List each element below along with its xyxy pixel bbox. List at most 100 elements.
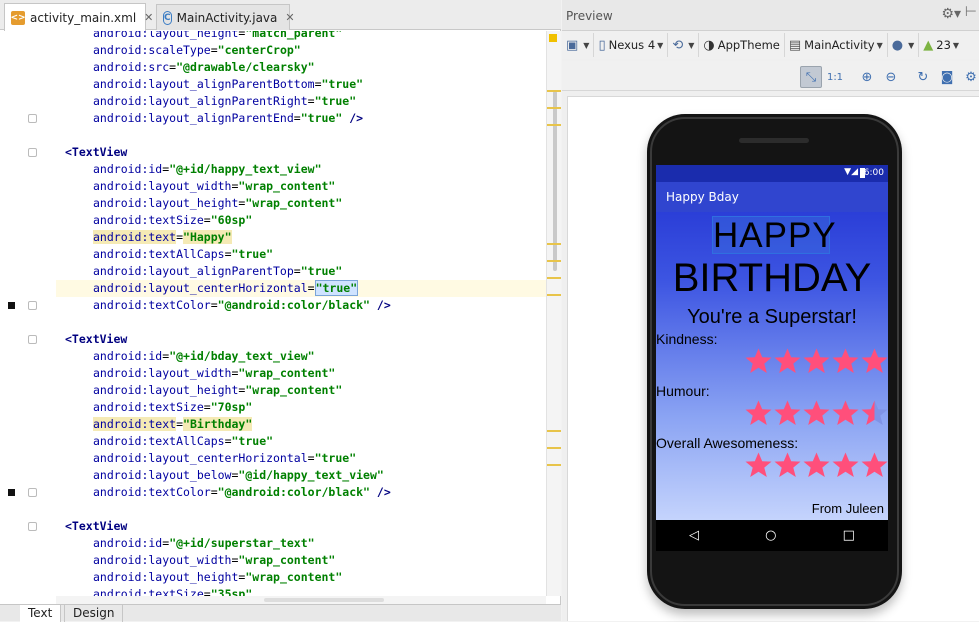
fold-icon[interactable]: [28, 335, 37, 344]
xml-tag: <TextView: [65, 519, 128, 533]
code-line[interactable]: android:layout_height="wrap_content": [93, 382, 342, 399]
warning-marker[interactable]: [547, 294, 561, 296]
star-icon: [773, 451, 802, 479]
color-swatch-icon[interactable]: [8, 489, 15, 496]
code-line[interactable]: android:layout_centerHorizontal="true": [93, 280, 359, 297]
fold-icon[interactable]: [28, 148, 37, 157]
warning-marker[interactable]: [547, 430, 561, 432]
code-line[interactable]: android:layout_alignParentTop="true": [93, 263, 342, 280]
code-line[interactable]: android:layout_centerHorizontal="true": [93, 450, 356, 467]
orientation-selector[interactable]: ⟲ ▼: [668, 33, 700, 57]
fold-icon[interactable]: [28, 488, 37, 497]
code-line[interactable]: android:id="@+id/superstar_text": [93, 535, 315, 552]
code-line[interactable]: android:scaleType="centerCrop": [93, 42, 301, 59]
attribute-name: android:layout_centerHorizontal: [93, 451, 308, 465]
code-line[interactable]: android:textSize="60sp": [93, 212, 252, 229]
fold-icon[interactable]: [28, 301, 37, 310]
tab-design[interactable]: Design: [64, 605, 124, 622]
close-tab-icon[interactable]: ✕: [144, 11, 153, 24]
humour-label[interactable]: Humour:: [656, 383, 710, 399]
awesomeness-rating-bar[interactable]: [744, 451, 888, 479]
warning-marker[interactable]: [547, 107, 561, 109]
warning-marker[interactable]: [547, 243, 561, 245]
kindness-label[interactable]: Kindness:: [656, 331, 717, 347]
recents-icon[interactable]: □: [843, 528, 855, 543]
code-line[interactable]: android:textSize="70sp": [93, 399, 252, 416]
equals-sign: =: [203, 587, 211, 596]
awesomeness-label[interactable]: Overall Awesomeness:: [656, 435, 798, 451]
code-line[interactable]: android:textSize="35sp": [93, 586, 252, 596]
code-line[interactable]: android:textColor="@android:color/black"…: [93, 484, 391, 501]
code-line[interactable]: <TextView: [65, 331, 127, 348]
fold-icon[interactable]: [28, 114, 37, 123]
code-line[interactable]: <TextView: [65, 144, 127, 161]
tab-text[interactable]: Text: [20, 605, 62, 622]
zoom-fit-icon[interactable]: ⤡: [800, 66, 822, 88]
zoom-out-icon[interactable]: ⊖: [880, 66, 902, 88]
code-line[interactable]: android:id="@+id/bday_text_view": [93, 348, 315, 365]
preview-title: Preview: [566, 9, 613, 23]
settings-icon[interactable]: ⚙: [960, 66, 979, 88]
equals-sign: =: [176, 230, 184, 244]
code-line[interactable]: android:layout_width="wrap_content": [93, 552, 335, 569]
tab-mainactivity-java[interactable]: C MainActivity.java ✕: [156, 4, 295, 30]
hide-icon[interactable]: ⊢: [965, 4, 977, 20]
back-icon[interactable]: ◁: [689, 528, 699, 543]
warning-marker[interactable]: [547, 277, 561, 279]
code-line[interactable]: android:src="@drawable/clearsky": [93, 59, 315, 76]
warning-marker[interactable]: [547, 90, 561, 92]
api-selector[interactable]: ▲ 23 ▼: [919, 33, 963, 57]
signal-icon: ▼◢: [844, 167, 858, 177]
theme-selector[interactable]: ◑ AppTheme: [699, 33, 785, 57]
code-line[interactable]: android:textAllCaps="true": [93, 246, 273, 263]
preview-canvas: ▼◢ 6:00 Happy Bday HAPPY BIRTHDAY You're…: [567, 96, 979, 621]
code-line[interactable]: android:text="Happy": [93, 229, 232, 246]
code-line[interactable]: android:text="Birthday": [93, 416, 253, 433]
code-line[interactable]: android:layout_alignParentEnd="true" />: [93, 110, 363, 127]
code-line[interactable]: android:layout_alignParentRight="true": [93, 93, 356, 110]
happy-text-view[interactable]: HAPPY: [712, 216, 836, 255]
scrollbar-thumb[interactable]: [264, 598, 384, 602]
refresh-icon[interactable]: ↻: [912, 66, 934, 88]
locale-selector[interactable]: ● ▼: [888, 33, 920, 57]
tab-activity-main-xml[interactable]: <> activity_main.xml ✕: [4, 3, 153, 31]
zoom-actual-icon[interactable]: 1:1: [824, 66, 846, 88]
humour-rating-bar[interactable]: [744, 399, 888, 427]
vertical-scrollbar[interactable]: [546, 31, 561, 596]
render-options-button[interactable]: ▣ ▼: [562, 33, 595, 57]
code-area[interactable]: android:layout_height="match_parent" andr…: [56, 31, 546, 596]
color-swatch-icon[interactable]: [8, 302, 15, 309]
from-text-view[interactable]: From Juleen: [812, 501, 884, 516]
activity-selector[interactable]: ▤ MainActivity ▼: [785, 33, 888, 57]
code-line[interactable]: <TextView: [65, 518, 127, 535]
code-line[interactable]: android:layout_height="wrap_content": [93, 569, 342, 586]
attribute-value: "@id/happy_text_view": [238, 468, 384, 482]
code-line[interactable]: android:id="@+id/happy_text_view": [93, 161, 322, 178]
warning-marker[interactable]: [547, 260, 561, 262]
zoom-in-icon[interactable]: ⊕: [856, 66, 878, 88]
equals-sign: =: [203, 213, 211, 227]
code-line[interactable]: android:layout_below="@id/happy_text_vie…: [93, 467, 384, 484]
star-icon: [802, 347, 831, 375]
code-line[interactable]: android:layout_height="match_parent": [93, 31, 342, 42]
code-line[interactable]: android:layout_width="wrap_content": [93, 365, 335, 382]
code-line[interactable]: android:layout_height="wrap_content": [93, 195, 342, 212]
warning-marker[interactable]: [547, 464, 561, 466]
kindness-rating-bar[interactable]: [744, 347, 888, 375]
code-line[interactable]: android:textAllCaps="true": [93, 433, 273, 450]
horizontal-scrollbar[interactable]: [56, 596, 546, 604]
code-line[interactable]: android:textColor="@android:color/black"…: [93, 297, 391, 314]
warning-marker[interactable]: [547, 447, 561, 449]
fold-icon[interactable]: [28, 522, 37, 531]
code-line[interactable]: android:layout_alignParentBottom="true": [93, 76, 363, 93]
close-tab-icon[interactable]: ✕: [285, 11, 294, 24]
bday-text-view[interactable]: BIRTHDAY: [656, 255, 888, 301]
code-line[interactable]: android:layout_width="wrap_content": [93, 178, 335, 195]
superstar-text-view[interactable]: You're a Superstar!: [656, 306, 888, 329]
attribute-value: "@+id/happy_text_view": [169, 162, 322, 176]
warning-marker[interactable]: [547, 124, 561, 126]
home-icon[interactable]: ○: [765, 528, 776, 543]
device-selector[interactable]: ▯ Nexus 4 ▼: [594, 33, 669, 57]
gear-icon[interactable]: ⚙▾: [941, 6, 961, 22]
screenshot-icon[interactable]: ◙: [936, 66, 958, 88]
